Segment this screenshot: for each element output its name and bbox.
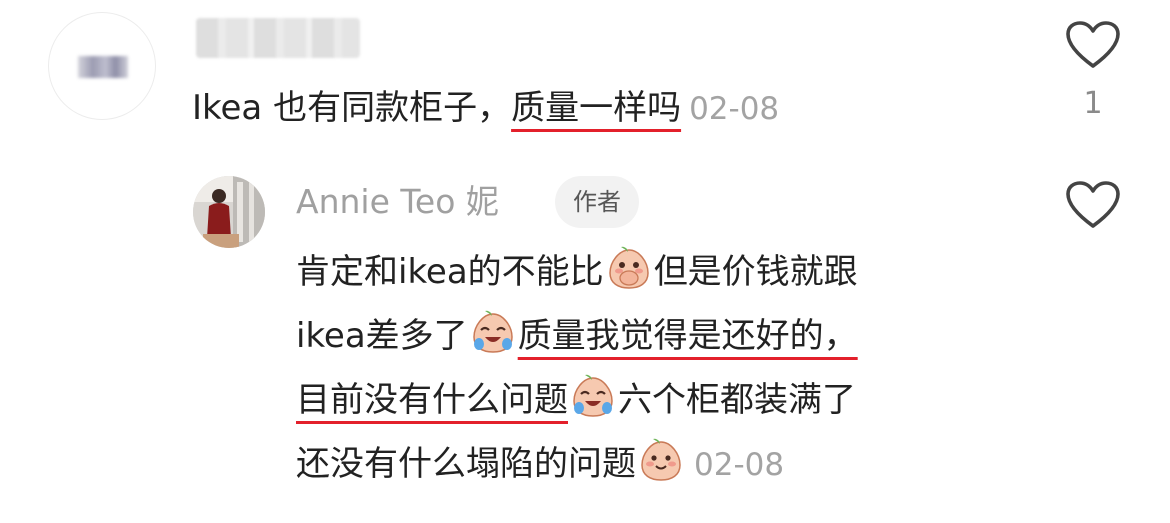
reply-text-segment: 还没有什么塌陷的问题 xyxy=(296,444,636,484)
comment-plain-text: Ikea 也有同款柜子， xyxy=(192,88,512,128)
smiling-emoji-icon xyxy=(638,437,684,483)
reply-date: 02-08 xyxy=(694,447,785,483)
reply-line-2: ikea差多了 质量我觉得是还好的， xyxy=(296,304,1016,368)
heart-icon[interactable] xyxy=(1065,180,1121,230)
crying-laughing-emoji-icon xyxy=(570,373,616,419)
reply-line-1: 肯定和ikea的不能比 但是价钱就跟 xyxy=(296,240,1016,304)
reply-highlight-text: 质量我觉得是还好的， xyxy=(517,316,858,356)
reply-author-name[interactable]: Annie Teo 妮 xyxy=(296,176,499,228)
heart-icon[interactable] xyxy=(1065,20,1121,70)
avatar-blur-mask xyxy=(78,56,128,78)
crying-laughing-emoji-icon xyxy=(470,309,516,355)
reply-text-segment: 但是价钱就跟 xyxy=(653,252,858,292)
reply-text-segment: 肯定和ikea的不能比 xyxy=(296,252,604,292)
covering-mouth-emoji-icon xyxy=(606,245,652,291)
reply-text-segment: 六个柜都装满了 xyxy=(618,380,856,420)
reply-highlight-text: 目前没有什么问题 xyxy=(296,380,568,420)
comment-highlight-text: 质量一样吗 xyxy=(511,88,682,128)
author-badge: 作者 xyxy=(555,176,639,228)
comment-text: Ikea 也有同款柜子，质量一样吗 02-08 xyxy=(192,80,779,137)
reply-text: 肯定和ikea的不能比 但是价钱就跟 ikea差多了 质量我觉得是还好的， 目前没有… xyxy=(296,240,1016,496)
reply-line-4: 还没有什么塌陷的问题 02-08 xyxy=(296,432,1016,496)
commenter-avatar[interactable] xyxy=(48,12,156,120)
reply-author-avatar[interactable] xyxy=(193,176,265,248)
reply-line-3: 目前没有什么问题 六个柜都装满了 xyxy=(296,368,1016,432)
comment-date: 02-08 xyxy=(689,91,780,127)
like-count: 1 xyxy=(1083,86,1103,121)
commenter-name-blurred[interactable] xyxy=(196,18,360,58)
reply-text-segment: ikea差多了 xyxy=(296,316,468,356)
